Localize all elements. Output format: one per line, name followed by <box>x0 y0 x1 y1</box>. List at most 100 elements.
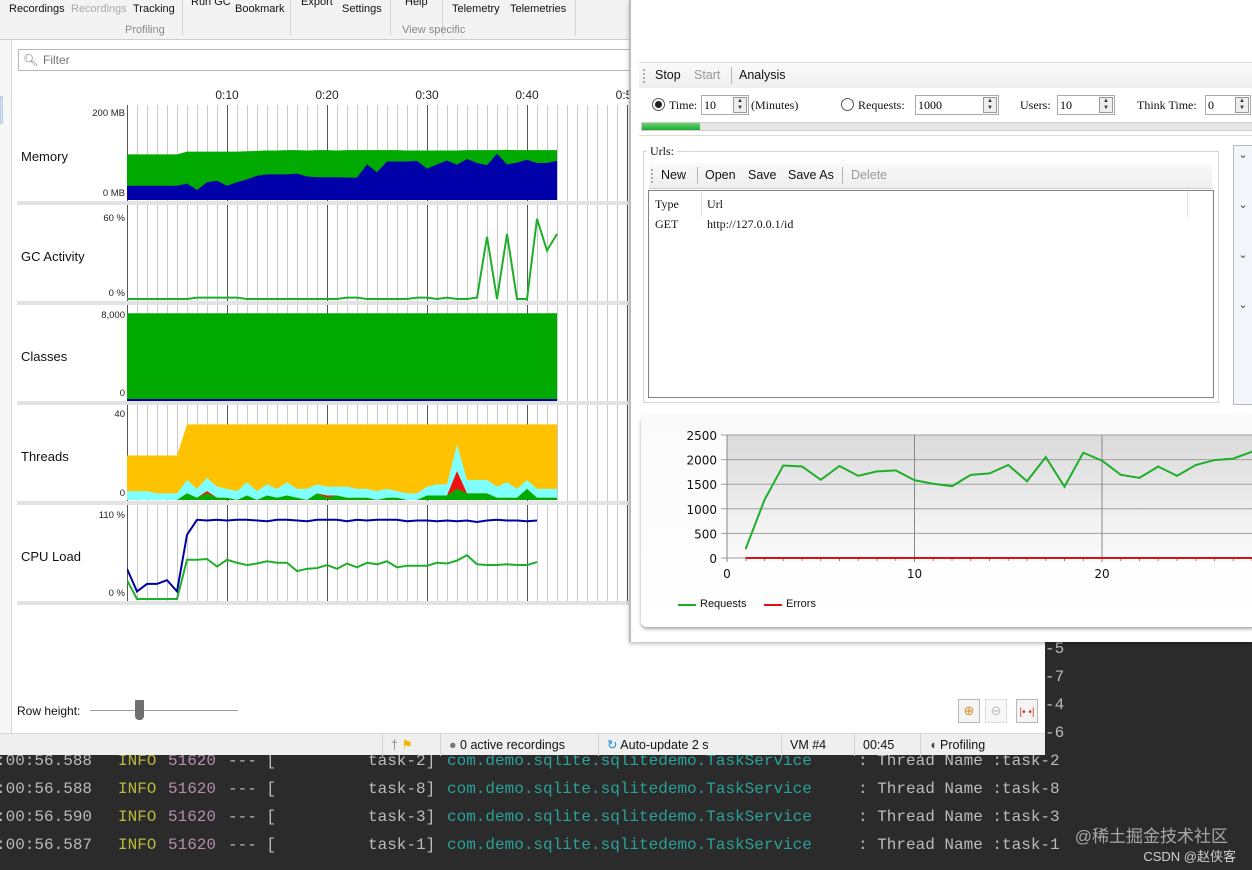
row-type: GET <box>655 217 679 231</box>
ribbon-separator <box>182 0 183 36</box>
time-tick-label: 0:10 <box>215 88 239 102</box>
data-point <box>1119 557 1122 559</box>
legend-swatch <box>764 604 782 606</box>
cpu-system-line <box>127 554 538 600</box>
telemetry-threads[interactable]: Threads 40 0 <box>17 405 630 505</box>
help-button[interactable]: Help <box>405 0 428 8</box>
classes-area <box>127 313 557 400</box>
toolbar-grip[interactable] <box>651 169 653 183</box>
bookmark-button[interactable]: Bookmark <box>235 3 285 15</box>
data-point <box>876 557 878 559</box>
requests-spinner[interactable]: ▲▼ <box>915 95 999 115</box>
recordings-status[interactable]: ● 0 active recordings <box>440 734 598 756</box>
spinner-arrows[interactable]: ▲ ▼ <box>983 97 997 113</box>
vm-status: VM #4 <box>781 734 854 756</box>
chevron-down-icon[interactable]: ⌄ <box>1237 298 1249 311</box>
nav-tab[interactable] <box>0 96 3 124</box>
fit-button[interactable]: |• •| <box>1016 699 1038 723</box>
settings-button[interactable]: Settings <box>342 3 382 15</box>
zoom-in-button[interactable]: ⊕ <box>958 699 980 723</box>
cpu-load-plot <box>127 505 628 602</box>
console-fragment-text: -7 <box>1045 668 1065 686</box>
data-point <box>1026 480 1028 483</box>
analysis-button[interactable]: Analysis <box>739 68 786 82</box>
new-url-button[interactable]: New <box>661 168 686 182</box>
run-gc-button[interactable]: Run GC <box>191 0 231 8</box>
row-url: http://127.0.0.1/id <box>707 217 794 231</box>
save-button[interactable]: Save <box>748 168 777 182</box>
navigation-strip <box>0 40 12 755</box>
column-header-type[interactable]: Type <box>655 197 679 212</box>
chevron-down-icon[interactable]: ⌄ <box>1237 198 1249 211</box>
time-input[interactable] <box>704 98 732 113</box>
time-unit-label: (Minutes) <box>751 98 799 112</box>
spinner-arrows[interactable]: ▲ ▼ <box>733 97 747 113</box>
chevron-down-icon[interactable]: ⌄ <box>1237 148 1249 161</box>
telemetry-classes[interactable]: Classes 8,000 0 <box>17 305 630 405</box>
column-header-url[interactable]: Url <box>707 197 723 212</box>
think-time-spinner[interactable]: ▲▼ <box>1205 95 1251 115</box>
filter-input[interactable] <box>43 52 623 68</box>
telemetry-separator[interactable] <box>17 601 630 605</box>
export-button[interactable]: Export <box>301 0 333 8</box>
telemetry-memory[interactable]: Memory 200 MB 0 MB <box>17 105 630 205</box>
y-tick-label: 1000 <box>686 503 717 517</box>
time-mode-radio[interactable] <box>652 98 665 111</box>
column-separator[interactable] <box>1187 191 1188 217</box>
telemetry-button[interactable]: Telemetry <box>452 3 500 15</box>
data-point <box>1044 456 1047 458</box>
x-tick-label: 20 <box>1094 567 1109 581</box>
stop-button[interactable]: Stop <box>655 68 681 82</box>
data-point <box>1063 557 1066 559</box>
row-height-slider[interactable] <box>90 700 238 720</box>
users-spinner[interactable]: ▲▼ <box>1057 95 1115 115</box>
telemetry-name: CPU Load <box>21 549 81 564</box>
y-tick-label: 2500 <box>686 429 717 443</box>
start-recordings-button[interactable]: Recordings <box>9 3 65 15</box>
log-pid: 51620 <box>168 836 217 854</box>
data-point <box>763 499 766 501</box>
data-point <box>1138 557 1141 559</box>
data-point <box>1007 464 1010 466</box>
users-input[interactable] <box>1060 98 1096 113</box>
chevron-down-icon[interactable]: ⌄ <box>1237 248 1249 261</box>
time-tick-label: 0:20 <box>315 88 339 102</box>
start-button[interactable]: Start <box>694 68 720 82</box>
telemetry-cpu-load[interactable]: CPU Load 110 % 0 % <box>17 505 630 605</box>
log-line: :00:56.587 INFO 51620 --- [ task-1] com.… <box>0 836 1060 858</box>
stop-recordings-button[interactable]: Recordings <box>71 3 127 15</box>
think-time-input[interactable] <box>1208 98 1232 113</box>
bookmark-status[interactable]: † ⚑ <box>382 734 440 756</box>
x-tick-label: 0 <box>723 567 731 581</box>
tracking-button[interactable]: Tracking <box>133 3 175 15</box>
threads-plot <box>127 405 628 502</box>
log-line: :00:56.590 INFO 51620 --- [ task-3] com.… <box>0 808 1060 830</box>
log-time: :00:56.590 <box>0 808 93 826</box>
data-point <box>1157 557 1160 559</box>
telemetry-name: Memory <box>21 149 68 164</box>
load-test-toolbar: Stop Start Analysis <box>639 62 1252 88</box>
log-time: :00:56.588 <box>0 780 93 798</box>
log-level: INFO <box>118 808 157 826</box>
delete-button[interactable]: Delete <box>851 168 887 182</box>
save-as-button[interactable]: Save As <box>788 168 834 182</box>
telemetry-gc-activity[interactable]: GC Activity 60 % 0 % <box>17 205 630 305</box>
open-button[interactable]: Open <box>705 168 736 182</box>
toolbar-grip[interactable] <box>643 69 645 83</box>
column-separator[interactable] <box>701 191 702 217</box>
data-point <box>1213 557 1216 559</box>
data-point <box>1063 485 1066 488</box>
requests-mode-radio[interactable] <box>841 98 854 111</box>
fit-width-icon: |• •| <box>1019 707 1035 718</box>
filter-field[interactable]: 🔍︎ <box>18 49 633 71</box>
requests-chart-card: 0 500 1000 1500 2000 2500 0 10 20 Requests Error… <box>641 415 1252 627</box>
auto-update-status[interactable]: ↻ Auto-update 2 s <box>598 734 781 756</box>
zoom-out-button[interactable]: ⊖ <box>985 699 1007 723</box>
telemetries-button[interactable]: Telemetries <box>510 3 566 15</box>
spinner-arrows[interactable]: ▲ ▼ <box>1099 97 1113 113</box>
requests-input[interactable] <box>918 98 978 113</box>
time-spinner[interactable]: ▲▼ <box>701 95 749 115</box>
data-point <box>951 485 953 487</box>
slider-knob[interactable] <box>134 700 144 720</box>
spinner-arrows[interactable]: ▲ ▼ <box>1235 97 1249 113</box>
